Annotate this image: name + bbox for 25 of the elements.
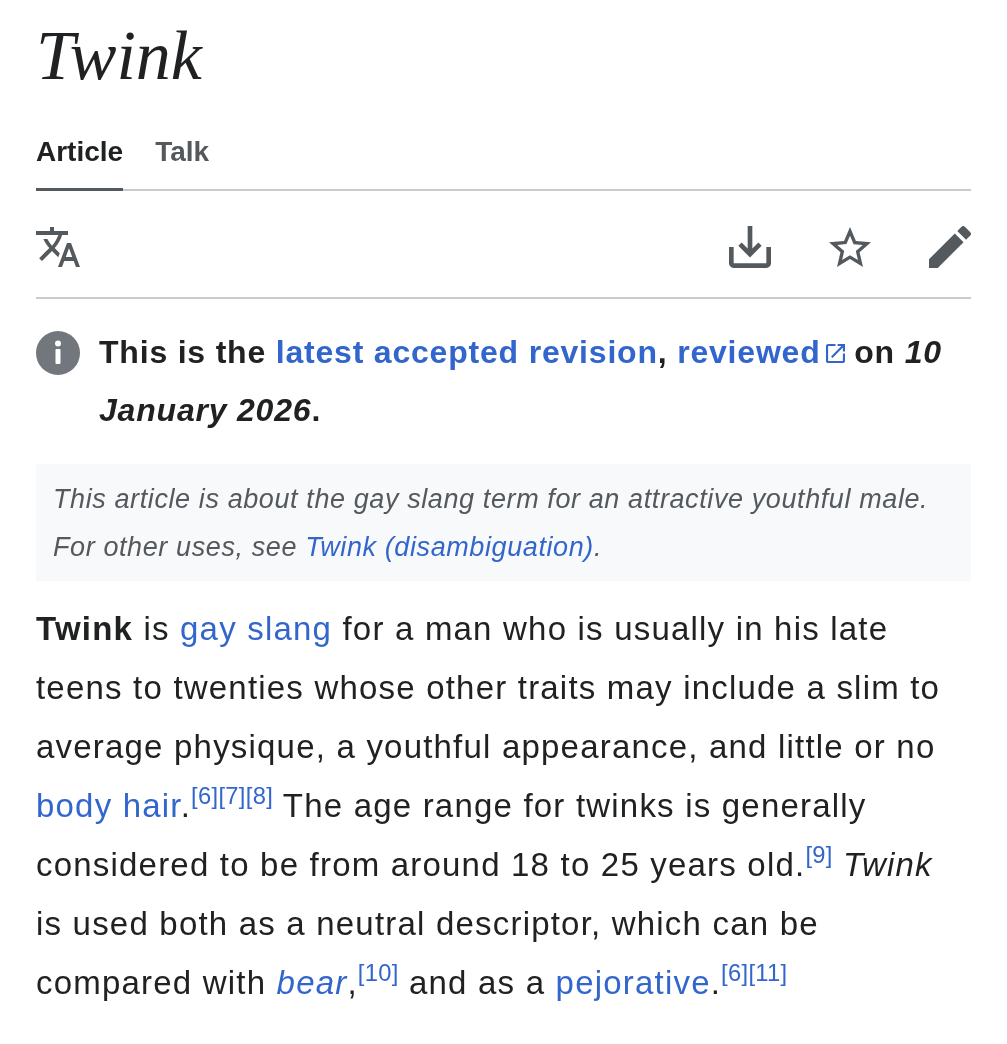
tab[interactable]: Article [36,112,124,191]
revision-notice: This is the latest accepted revision, reviewed on 10 January 2026. [99,333,943,430]
link[interactable]: latest accepted revision [275,334,658,370]
citation-link[interactable]: [8] [245,781,274,809]
hatnote-text: This article is about the gay slang term for an attractive youthful male. For other uses, see Twink (disambiguation). [53,483,930,564]
translate-icon[interactable] [36,227,80,267]
link[interactable]: Twink (disambiguation) [305,532,594,562]
external-link-icon [825,344,845,363]
external-link[interactable]: reviewed [677,334,845,370]
star-icon[interactable] [829,227,871,267]
link[interactable]: bear [276,964,348,1001]
link[interactable]: body hair [36,787,181,824]
page-title: Twink [36,16,202,96]
link[interactable]: pejorative [555,964,711,1001]
citation-link[interactable]: [7] [218,781,246,809]
info-icon [36,331,80,375]
download-icon[interactable] [729,226,771,268]
citation-link[interactable]: [6] [191,781,219,809]
citation-link[interactable]: [6] [721,958,749,986]
citation-link[interactable]: [9] [805,840,833,868]
citation-link[interactable]: [11] [748,958,788,986]
tab[interactable]: Talk [155,112,210,191]
pencil-icon[interactable] [929,226,971,268]
citation-link[interactable]: [10] [357,958,399,986]
link[interactable]: gay slang [180,610,333,647]
